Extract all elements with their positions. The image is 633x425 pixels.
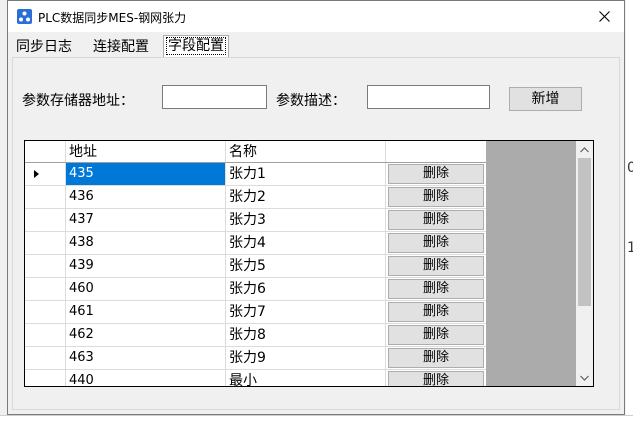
row-header[interactable] <box>25 255 66 277</box>
cell-name[interactable]: 张力4 <box>226 232 386 254</box>
delete-button[interactable]: 删除 <box>388 256 484 276</box>
vertical-scrollbar[interactable] <box>576 141 593 386</box>
window-title: PLC数据同步MES-钢网张力 <box>38 11 187 25</box>
background-window-edge <box>626 0 633 424</box>
table-row[interactable]: 460 张力6 删除 <box>25 278 486 301</box>
cell-name[interactable]: 最小 <box>226 370 386 386</box>
cell-address[interactable]: 463 <box>66 347 226 369</box>
cell-action: 删除 <box>386 255 486 277</box>
row-header[interactable] <box>25 347 66 369</box>
cell-name[interactable]: 张力7 <box>226 301 386 323</box>
cell-action: 删除 <box>386 186 486 208</box>
delete-button[interactable]: 删除 <box>388 210 484 230</box>
cell-address[interactable]: 462 <box>66 324 226 346</box>
table-row[interactable]: 435 张力1 删除 <box>25 163 486 186</box>
grid-header-row: 地址 名称 <box>25 141 486 163</box>
column-header-address[interactable]: 地址 <box>66 141 226 162</box>
cell-action: 删除 <box>386 209 486 231</box>
scroll-thumb[interactable] <box>578 158 591 306</box>
column-header-name[interactable]: 名称 <box>226 141 386 162</box>
row-header[interactable] <box>25 209 66 231</box>
address-input[interactable] <box>162 85 267 109</box>
background-text-fragment: 1 <box>627 240 633 256</box>
app-icon <box>17 9 32 24</box>
delete-button[interactable]: 删除 <box>388 302 484 322</box>
cell-action: 删除 <box>386 163 486 185</box>
grid-body: 地址 名称 435 张力1 删除 436 张力2 删除 437 张力3 删除 438 张力4 删除 43… <box>25 141 486 386</box>
scroll-up-button[interactable] <box>576 141 593 158</box>
title-bar[interactable]: PLC数据同步MES-钢网张力 <box>8 1 624 32</box>
cell-address[interactable]: 461 <box>66 301 226 323</box>
table-row[interactable]: 436 张力2 删除 <box>25 186 486 209</box>
cell-address[interactable]: 437 <box>66 209 226 231</box>
scroll-down-button[interactable] <box>576 369 593 386</box>
row-header[interactable] <box>25 370 66 386</box>
close-icon <box>598 11 610 22</box>
description-label: 参数描述： <box>276 93 346 109</box>
chevron-down-icon <box>580 375 589 381</box>
close-button[interactable] <box>584 1 624 32</box>
field-grid[interactable]: 地址 名称 435 张力1 删除 436 张力2 删除 437 张力3 删除 438 张力4 删除 43… <box>24 140 594 387</box>
cell-action: 删除 <box>386 347 486 369</box>
table-row[interactable]: 437 张力3 删除 <box>25 209 486 232</box>
add-button[interactable]: 新增 <box>509 87 582 111</box>
cell-action: 删除 <box>386 278 486 300</box>
cell-address[interactable]: 436 <box>66 186 226 208</box>
delete-button[interactable]: 删除 <box>388 325 484 345</box>
cell-name[interactable]: 张力1 <box>226 163 386 185</box>
cell-address[interactable]: 438 <box>66 232 226 254</box>
cell-name[interactable]: 张力9 <box>226 347 386 369</box>
address-label: 参数存储器地址： <box>22 93 134 109</box>
cell-action: 删除 <box>386 324 486 346</box>
cell-address[interactable]: 460 <box>66 278 226 300</box>
cell-address[interactable]: 435 <box>66 163 226 185</box>
delete-button[interactable]: 删除 <box>388 164 484 184</box>
tab-field-config[interactable]: 字段配置 <box>163 35 229 58</box>
delete-button[interactable]: 删除 <box>388 279 484 299</box>
table-row[interactable]: 438 张力4 删除 <box>25 232 486 255</box>
column-header-action[interactable] <box>386 141 486 162</box>
row-header[interactable] <box>25 301 66 323</box>
row-header[interactable] <box>25 232 66 254</box>
dialog-window: PLC数据同步MES-钢网张力 同步日志 连接配置 字段配置 参数存储器地址： … <box>7 0 625 415</box>
cell-name[interactable]: 张力8 <box>226 324 386 346</box>
cell-name[interactable]: 张力6 <box>226 278 386 300</box>
row-header[interactable] <box>25 163 66 185</box>
background-text-fragment: 0 <box>627 160 633 176</box>
row-header-corner <box>25 141 66 162</box>
current-row-indicator-icon <box>34 170 39 178</box>
table-row[interactable]: 440 最小 删除 <box>25 370 486 386</box>
table-row[interactable]: 461 张力7 删除 <box>25 301 486 324</box>
tab-connection-config[interactable]: 连接配置 <box>91 37 151 57</box>
cell-action: 删除 <box>386 370 486 386</box>
table-row[interactable]: 462 张力8 删除 <box>25 324 486 347</box>
cell-name[interactable]: 张力2 <box>226 186 386 208</box>
delete-button[interactable]: 删除 <box>388 371 484 386</box>
row-header[interactable] <box>25 324 66 346</box>
tab-sync-log[interactable]: 同步日志 <box>14 37 74 57</box>
table-row[interactable]: 439 张力5 删除 <box>25 255 486 278</box>
cell-name[interactable]: 张力5 <box>226 255 386 277</box>
delete-button[interactable]: 删除 <box>388 233 484 253</box>
cell-address[interactable]: 440 <box>66 370 226 386</box>
delete-button[interactable]: 删除 <box>388 187 484 207</box>
cell-action: 删除 <box>386 232 486 254</box>
description-input[interactable] <box>367 85 490 109</box>
cell-action: 删除 <box>386 301 486 323</box>
cell-name[interactable]: 张力3 <box>226 209 386 231</box>
table-row[interactable]: 463 张力9 删除 <box>25 347 486 370</box>
row-header[interactable] <box>25 186 66 208</box>
delete-button[interactable]: 删除 <box>388 348 484 368</box>
cell-address[interactable]: 439 <box>66 255 226 277</box>
chevron-up-icon <box>580 146 589 152</box>
row-header[interactable] <box>25 278 66 300</box>
